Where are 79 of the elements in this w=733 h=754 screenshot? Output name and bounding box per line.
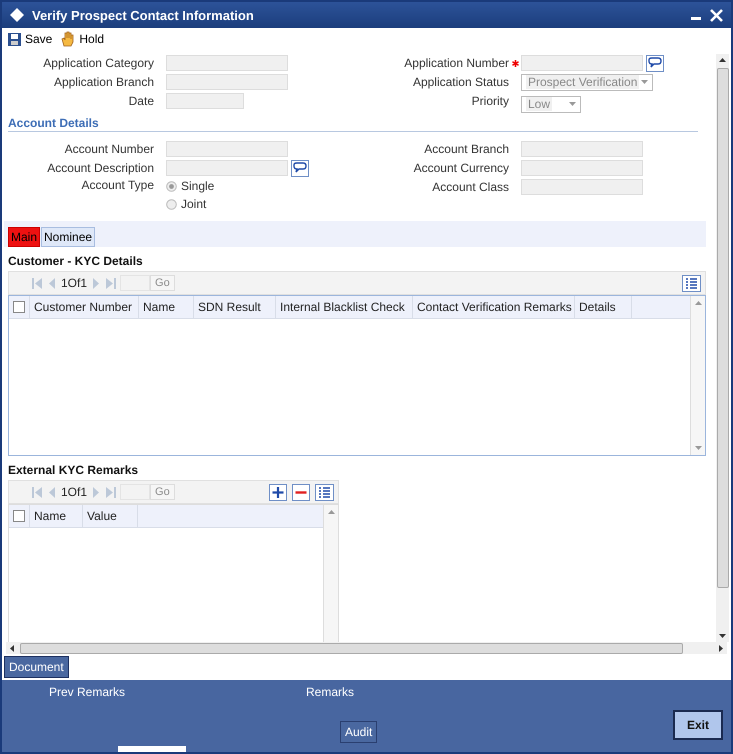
- remove-icon[interactable]: [292, 484, 310, 500]
- input-field[interactable]: [521, 141, 643, 157]
- input-field[interactable]: [166, 141, 288, 157]
- input-field[interactable]: [521, 55, 643, 71]
- next-page-icon[interactable]: [92, 276, 100, 290]
- hand-icon: [60, 31, 76, 47]
- caret-icon: [641, 80, 648, 84]
- field-label: Priority: [470, 94, 509, 108]
- toolbar-button[interactable]: Save: [5, 32, 54, 46]
- field-label: Application Number: [403, 56, 509, 70]
- field-label: Date: [128, 94, 154, 108]
- page-indicator: 1Of1: [61, 276, 88, 290]
- column-header[interactable]: Value: [83, 505, 138, 527]
- diamond-icon: [10, 8, 24, 22]
- column-header[interactable]: Name: [30, 505, 83, 527]
- radio-button[interactable]: [166, 198, 177, 210]
- field-label: Account Currency: [412, 161, 509, 175]
- column-header[interactable]: Internal Blacklist Check: [276, 296, 413, 318]
- remarks-button[interactable]: Remarks: [306, 685, 354, 699]
- scrollbar[interactable]: [716, 54, 729, 642]
- audit-button[interactable]: Audit: [340, 721, 378, 743]
- input-field[interactable]: [521, 160, 643, 176]
- field-label: Account Branch: [423, 142, 509, 156]
- checkbox[interactable]: [13, 301, 25, 313]
- column-header[interactable]: Details: [575, 296, 632, 318]
- input-field[interactable]: [166, 93, 244, 109]
- first-page-icon[interactable]: [31, 486, 43, 498]
- caret-icon: [569, 102, 576, 106]
- column-header[interactable]: Customer Number: [30, 296, 139, 318]
- grid-title: Customer - KYC Details: [8, 254, 144, 268]
- input-field[interactable]: [521, 179, 643, 195]
- field-label: Account Class: [431, 180, 509, 194]
- section-title: Account Details: [8, 116, 99, 130]
- previous-page-icon[interactable]: [48, 486, 56, 498]
- close-icon[interactable]: [710, 8, 723, 22]
- input-field[interactable]: [166, 160, 288, 176]
- field-label: Application Branch: [52, 75, 154, 89]
- page-input[interactable]: [120, 484, 150, 500]
- field-label: Application Status: [412, 75, 509, 89]
- column-header[interactable]: Name: [139, 296, 194, 318]
- list-view-icon[interactable]: [682, 274, 701, 292]
- page-indicator: 1Of1: [61, 485, 88, 499]
- field-label: Account Type: [80, 178, 154, 192]
- prev-remarks-button[interactable]: Prev Remarks: [49, 685, 126, 699]
- add-icon[interactable]: [269, 484, 287, 500]
- radio-button[interactable]: [166, 180, 177, 192]
- scroll-up-icon[interactable]: [719, 58, 726, 62]
- tab[interactable]: Nominee: [41, 227, 96, 247]
- first-page-icon[interactable]: [31, 276, 43, 290]
- list-view-icon[interactable]: [315, 484, 334, 500]
- field-label: Account Number: [64, 142, 154, 156]
- scrollbar[interactable]: [323, 505, 338, 642]
- last-page-icon[interactable]: [105, 276, 118, 290]
- field-label: Application Category: [42, 56, 154, 70]
- column-header[interactable]: Contact Verification Remarks: [413, 296, 575, 318]
- window-title: Verify Prospect Contact Information: [32, 8, 254, 22]
- radio-option[interactable]: Joint: [166, 197, 214, 211]
- toolbar-button[interactable]: Hold: [58, 31, 106, 47]
- grid-title: External KYC Remarks: [8, 463, 140, 477]
- input-field[interactable]: [118, 746, 186, 752]
- last-page-icon[interactable]: [105, 486, 118, 498]
- input-field[interactable]: [166, 74, 288, 90]
- page-input[interactable]: [120, 275, 150, 291]
- previous-page-icon[interactable]: [48, 276, 56, 290]
- exit-button[interactable]: Exit: [673, 710, 723, 740]
- column-header[interactable]: SDN Result: [194, 296, 276, 318]
- scroll-left-icon[interactable]: [10, 644, 14, 652]
- scrollbar[interactable]: [6, 642, 727, 654]
- input-field[interactable]: [166, 55, 288, 71]
- field-label: Account Description: [46, 161, 154, 175]
- checkbox[interactable]: [13, 510, 25, 522]
- lookup-icon[interactable]: [291, 160, 309, 176]
- scroll-down-icon[interactable]: [719, 634, 726, 638]
- tab[interactable]: Main: [8, 227, 40, 247]
- document-button[interactable]: Document: [4, 656, 69, 678]
- radio-option[interactable]: Single: [166, 179, 214, 193]
- lookup-icon[interactable]: [646, 54, 664, 72]
- next-page-icon[interactable]: [92, 486, 100, 498]
- scroll-right-icon[interactable]: [719, 644, 723, 652]
